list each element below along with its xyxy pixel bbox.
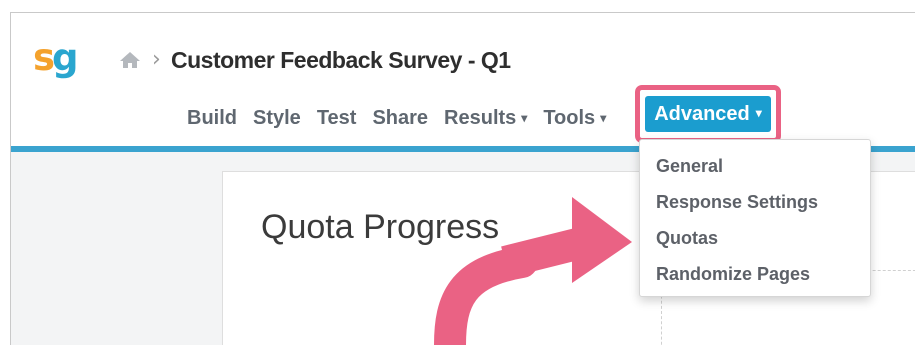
caret-down-icon: ▾ — [521, 110, 528, 125]
logo-letter-s: s — [33, 36, 55, 79]
nav-test-label: Test — [316, 106, 357, 129]
menu-item-general[interactable]: General — [656, 156, 723, 177]
nav-results[interactable]: Results ▾ — [444, 107, 527, 130]
breadcrumb-separator: › — [152, 47, 161, 72]
nav-test[interactable]: Test — [317, 107, 357, 130]
caret-down-icon: ▾ — [600, 110, 607, 125]
logo-letter-g: g — [52, 36, 78, 79]
nav-share[interactable]: Share — [372, 107, 428, 130]
advanced-dropdown-menu: General Response Settings Quotas Randomi… — [639, 139, 871, 297]
home-icon[interactable] — [119, 51, 141, 69]
nav-style-label: Style — [253, 106, 301, 129]
menu-item-quotas[interactable]: Quotas — [656, 228, 718, 249]
caret-down-icon: ▾ — [755, 106, 762, 120]
menu-item-response-settings[interactable]: Response Settings — [656, 192, 818, 213]
app-window: sg › Customer Feedback Survey - Q1 Build… — [10, 12, 915, 345]
nav-tools-label: Tools — [543, 106, 596, 129]
nav-build-label: Build — [187, 106, 237, 129]
main-nav: Build Style Test Share Results ▾ Tools ▾ — [187, 103, 622, 133]
advanced-highlight-box: Advanced ▾ — [635, 85, 781, 143]
nav-results-label: Results — [444, 106, 517, 129]
nav-advanced[interactable]: Advanced ▾ — [645, 96, 771, 132]
survey-title[interactable]: Customer Feedback Survey - Q1 — [171, 47, 511, 74]
nav-share-label: Share — [372, 106, 429, 129]
nav-build[interactable]: Build — [187, 107, 237, 130]
nav-style[interactable]: Style — [253, 107, 301, 130]
menu-item-randomize-pages[interactable]: Randomize Pages — [656, 264, 810, 285]
nav-advanced-label: Advanced — [654, 102, 750, 125]
sg-logo[interactable]: sg — [33, 36, 78, 79]
card-title: Quota Progress — [261, 208, 500, 246]
nav-tools[interactable]: Tools ▾ — [543, 107, 606, 130]
